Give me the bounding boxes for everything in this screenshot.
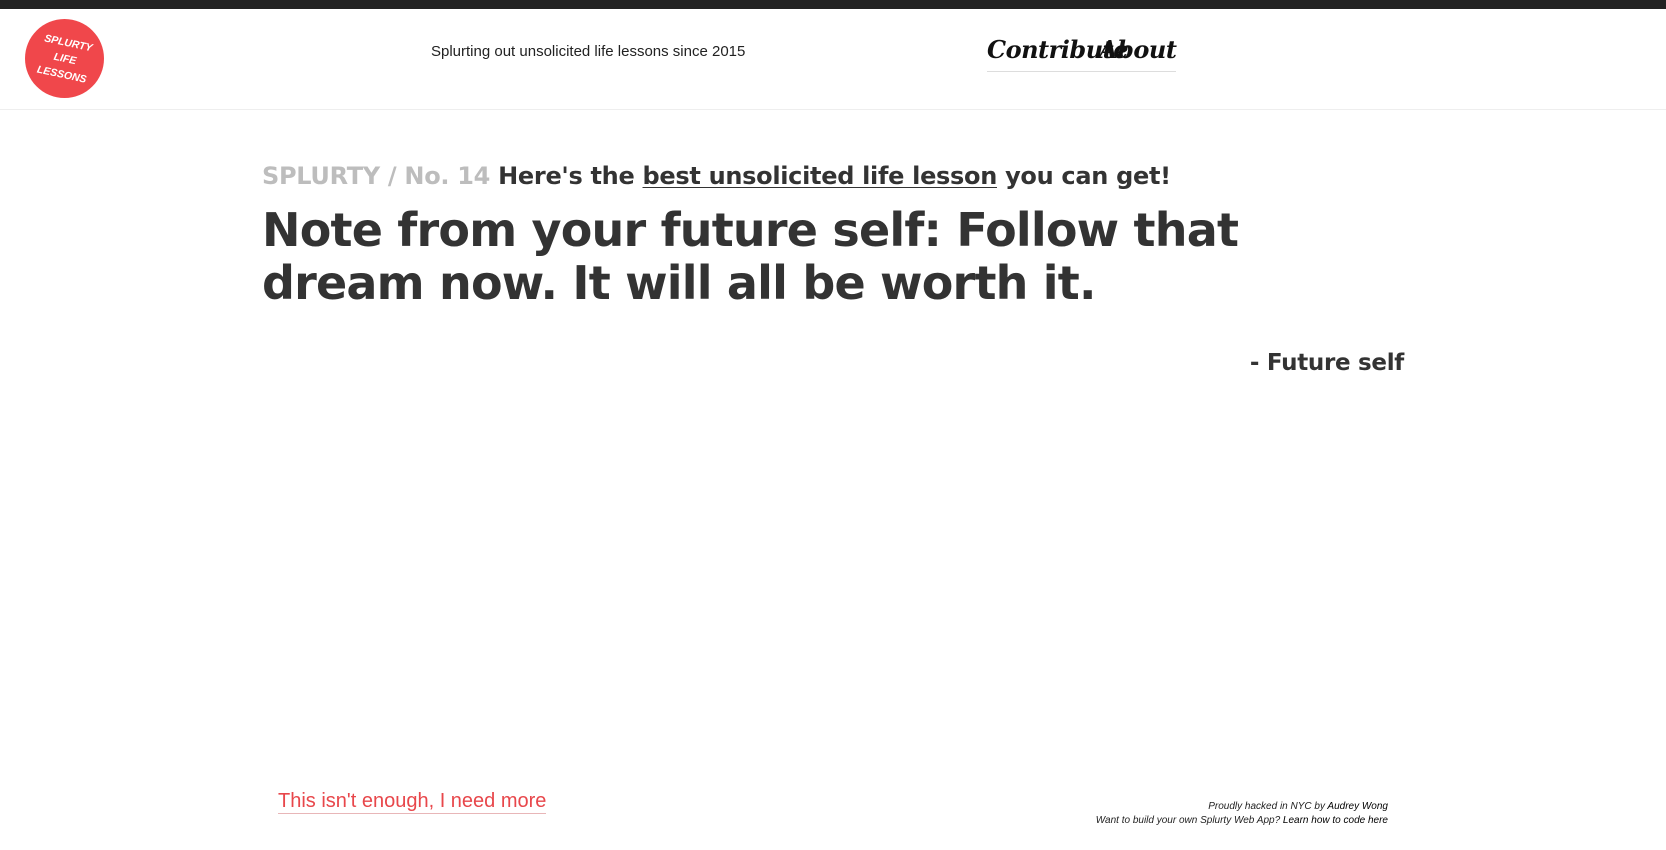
more-lessons-link[interactable]: This isn't enough, I need more xyxy=(278,790,547,814)
site-logo[interactable]: SPLURTY LIFE LESSONS xyxy=(25,19,104,98)
author-link[interactable]: Audrey Wong xyxy=(1327,801,1388,812)
lesson-content: SPLURTY / No. 14 Here's the best unsolic… xyxy=(262,162,1404,376)
credit-line-2-text: Want to build your own Splurty Web App? xyxy=(1095,815,1281,826)
top-bar xyxy=(0,0,1666,9)
nav-about-link[interactable]: About xyxy=(1099,35,1177,72)
lesson-number: SPLURTY / No. 14 xyxy=(262,162,491,190)
kicker-text-after: you can get! xyxy=(1005,162,1171,190)
lesson-quote: Note from your future self: Follow that … xyxy=(262,203,1239,310)
site-header: SPLURTY LIFE LESSONS Splurting out unsol… xyxy=(0,9,1666,110)
learn-to-code-link[interactable]: Learn how to code here xyxy=(1283,815,1388,826)
lesson-kicker: SPLURTY / No. 14 Here's the best unsolic… xyxy=(262,162,1404,190)
logo-text: SPLURTY LIFE LESSONS xyxy=(30,29,99,88)
best-lesson-link[interactable]: best unsolicited life lesson xyxy=(643,162,998,190)
site-tagline: Splurting out unsolicited life lessons s… xyxy=(431,43,746,60)
footer-credits: Proudly hacked in NYC by Audrey Wong Wan… xyxy=(1096,800,1388,828)
kicker-text-before: Here's the xyxy=(498,162,635,190)
credit-line-1: Proudly hacked in NYC by Audrey Wong xyxy=(1096,800,1388,814)
credit-line-2: Want to build your own Splurty Web App? … xyxy=(1096,814,1388,828)
lesson-author: - Future self xyxy=(1249,350,1404,376)
credit-line-1-text: Proudly hacked in NYC by xyxy=(1208,801,1325,812)
